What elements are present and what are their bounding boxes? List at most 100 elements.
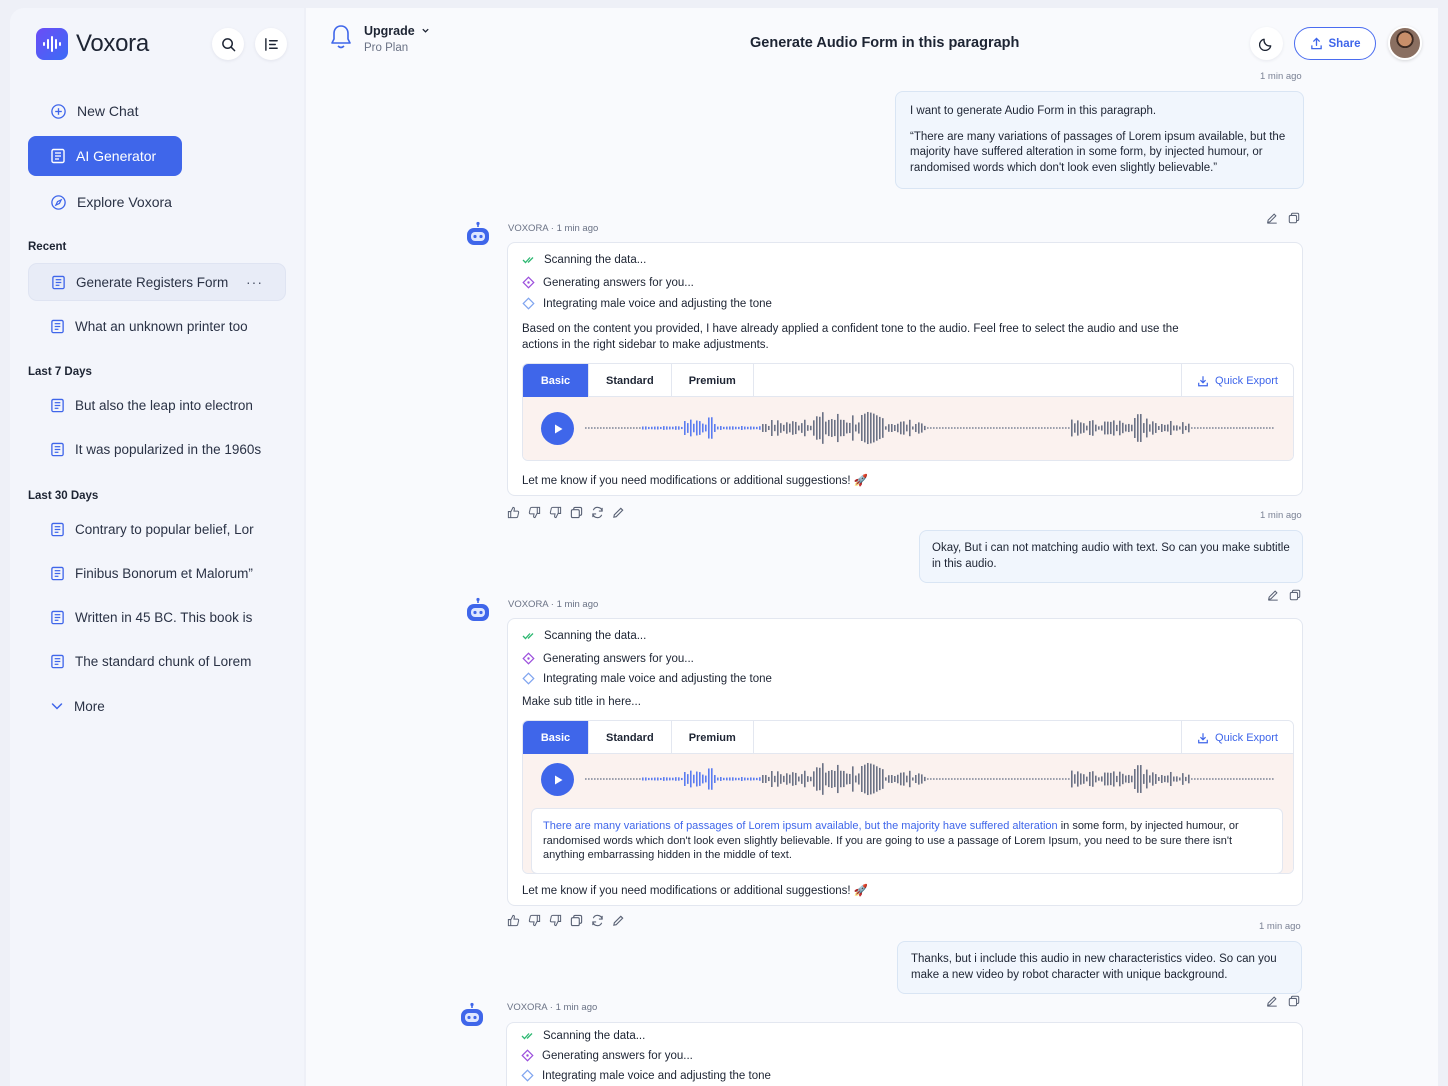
waveform-bar [741, 426, 743, 430]
history-item[interactable]: It was popularized in the 1960s [28, 430, 286, 468]
waveform-bar [891, 423, 893, 433]
history-item[interactable]: But also the leap into electron [28, 386, 286, 424]
waveform-bar [879, 767, 881, 791]
thumbs-up-icon[interactable] [507, 506, 520, 519]
thumbs-up-icon[interactable] [507, 914, 520, 927]
waveform-area[interactable]: There are many variations of passages of… [523, 754, 1293, 873]
waveform-bar [837, 764, 839, 794]
diamond-outline-icon [521, 1069, 534, 1082]
tab-premium[interactable]: Premium [672, 721, 754, 754]
new-chat-button[interactable]: New Chat [28, 91, 284, 131]
share-button[interactable]: Share [1294, 27, 1376, 60]
play-button[interactable] [541, 763, 574, 796]
waveform-bar [1260, 778, 1262, 780]
dark-mode-button[interactable] [1250, 27, 1283, 60]
waveform-bar [1131, 424, 1133, 432]
waveform-bar [1005, 778, 1007, 780]
waveform-bar [1218, 427, 1220, 429]
ai-generator-button[interactable]: AI Generator [28, 136, 182, 176]
copy-icon[interactable] [570, 914, 583, 927]
waveform-bar [999, 427, 1001, 429]
waveform-bar [1212, 778, 1214, 780]
copy-icon[interactable] [1288, 212, 1300, 224]
tab-basic[interactable]: Basic [523, 364, 589, 397]
explore-button[interactable]: Explore Voxora [28, 182, 284, 222]
waveform-bar [663, 777, 665, 781]
regenerate-icon[interactable] [591, 914, 604, 927]
edit-icon[interactable] [612, 914, 625, 927]
edit-icon[interactable] [612, 506, 625, 519]
download-icon [1198, 732, 1208, 743]
waveform-bar [786, 773, 788, 785]
history-item[interactable]: The standard chunk of Lorem [28, 642, 286, 680]
history-item[interactable]: Finibus Bonorum et Malorum” [28, 554, 286, 592]
tab-standard[interactable]: Standard [589, 721, 672, 754]
more-button[interactable]: More [28, 687, 286, 725]
regenerate-icon[interactable] [591, 506, 604, 519]
dislike-icon[interactable] [549, 914, 562, 927]
waveform-bar [621, 427, 623, 429]
waveform-bar [1050, 778, 1052, 780]
history-item[interactable]: Generate Registers Form ··· [28, 263, 286, 301]
waveform-bar [651, 426, 653, 430]
waveform-bar [1044, 427, 1046, 429]
bot-response-card: Scanning the data... Generating answers … [506, 1022, 1303, 1086]
waveform-bar [684, 772, 686, 786]
copy-icon[interactable] [570, 506, 583, 519]
waveform-bar [696, 771, 698, 787]
user-message: Okay, But i can not matching audio with … [919, 530, 1303, 583]
subtitle-box[interactable]: There are many variations of passages of… [531, 808, 1283, 873]
waveform-bar [672, 426, 674, 430]
quick-export-button[interactable]: Quick Export [1181, 721, 1293, 754]
history-item[interactable]: Written in 45 BC. This book is [28, 598, 286, 636]
edit-icon[interactable] [1266, 995, 1278, 1007]
share-label: Share [1328, 37, 1361, 50]
search-button[interactable] [212, 28, 244, 60]
edit-icon[interactable] [1266, 212, 1278, 224]
waveform-bar [768, 776, 770, 782]
waveform-bar [900, 772, 902, 786]
waveform-bar [819, 416, 821, 440]
quick-export-button[interactable]: Quick Export [1181, 364, 1293, 397]
thumbs-down-icon[interactable] [528, 506, 541, 519]
waveform-bar [855, 775, 857, 783]
history-item[interactable]: What an unknown printer too [28, 307, 286, 345]
waveform-area[interactable] [523, 397, 1293, 460]
waveform-bar [1110, 772, 1112, 786]
waveform-bar [981, 427, 983, 429]
waveform-bar [1269, 778, 1271, 780]
waveform-bar [1128, 423, 1130, 433]
history-item[interactable]: Contrary to popular belief, Lor [28, 510, 286, 548]
dislike-icon[interactable] [549, 506, 562, 519]
waveform-bar [729, 426, 731, 430]
waveform-bar [1068, 427, 1070, 429]
tab-basic[interactable]: Basic [523, 721, 589, 754]
thumbs-down-icon[interactable] [528, 914, 541, 927]
copy-icon[interactable] [1289, 589, 1301, 601]
edit-icon[interactable] [1267, 589, 1279, 601]
waveform-bar [756, 426, 758, 430]
waveform-bar [1119, 771, 1121, 787]
quick-export-label: Quick Export [1215, 731, 1278, 744]
tab-premium[interactable]: Premium [672, 364, 754, 397]
waveform-bar [1182, 773, 1184, 785]
upgrade-menu[interactable]: Upgrade Pro Plan [330, 24, 430, 54]
sidebar-toggle-button[interactable] [255, 28, 287, 60]
history-item-label: But also the leap into electron [75, 397, 253, 413]
waveform-bar [909, 770, 911, 788]
app-logo[interactable]: Voxora [36, 28, 149, 60]
bell-icon [331, 25, 351, 49]
play-button[interactable] [541, 412, 574, 445]
waveform-bar [801, 423, 803, 433]
waveform-bar [1233, 778, 1235, 780]
waveform-bar [633, 427, 635, 429]
document-icon [51, 148, 65, 164]
copy-icon[interactable] [1288, 995, 1300, 1007]
waveform-bar [1119, 420, 1121, 436]
waveform-bar [1023, 778, 1025, 780]
more-options-icon[interactable]: ··· [246, 274, 263, 290]
user-avatar[interactable] [1388, 26, 1422, 60]
compass-icon [51, 194, 66, 210]
user-message-tools [1267, 589, 1301, 601]
tab-standard[interactable]: Standard [589, 364, 672, 397]
